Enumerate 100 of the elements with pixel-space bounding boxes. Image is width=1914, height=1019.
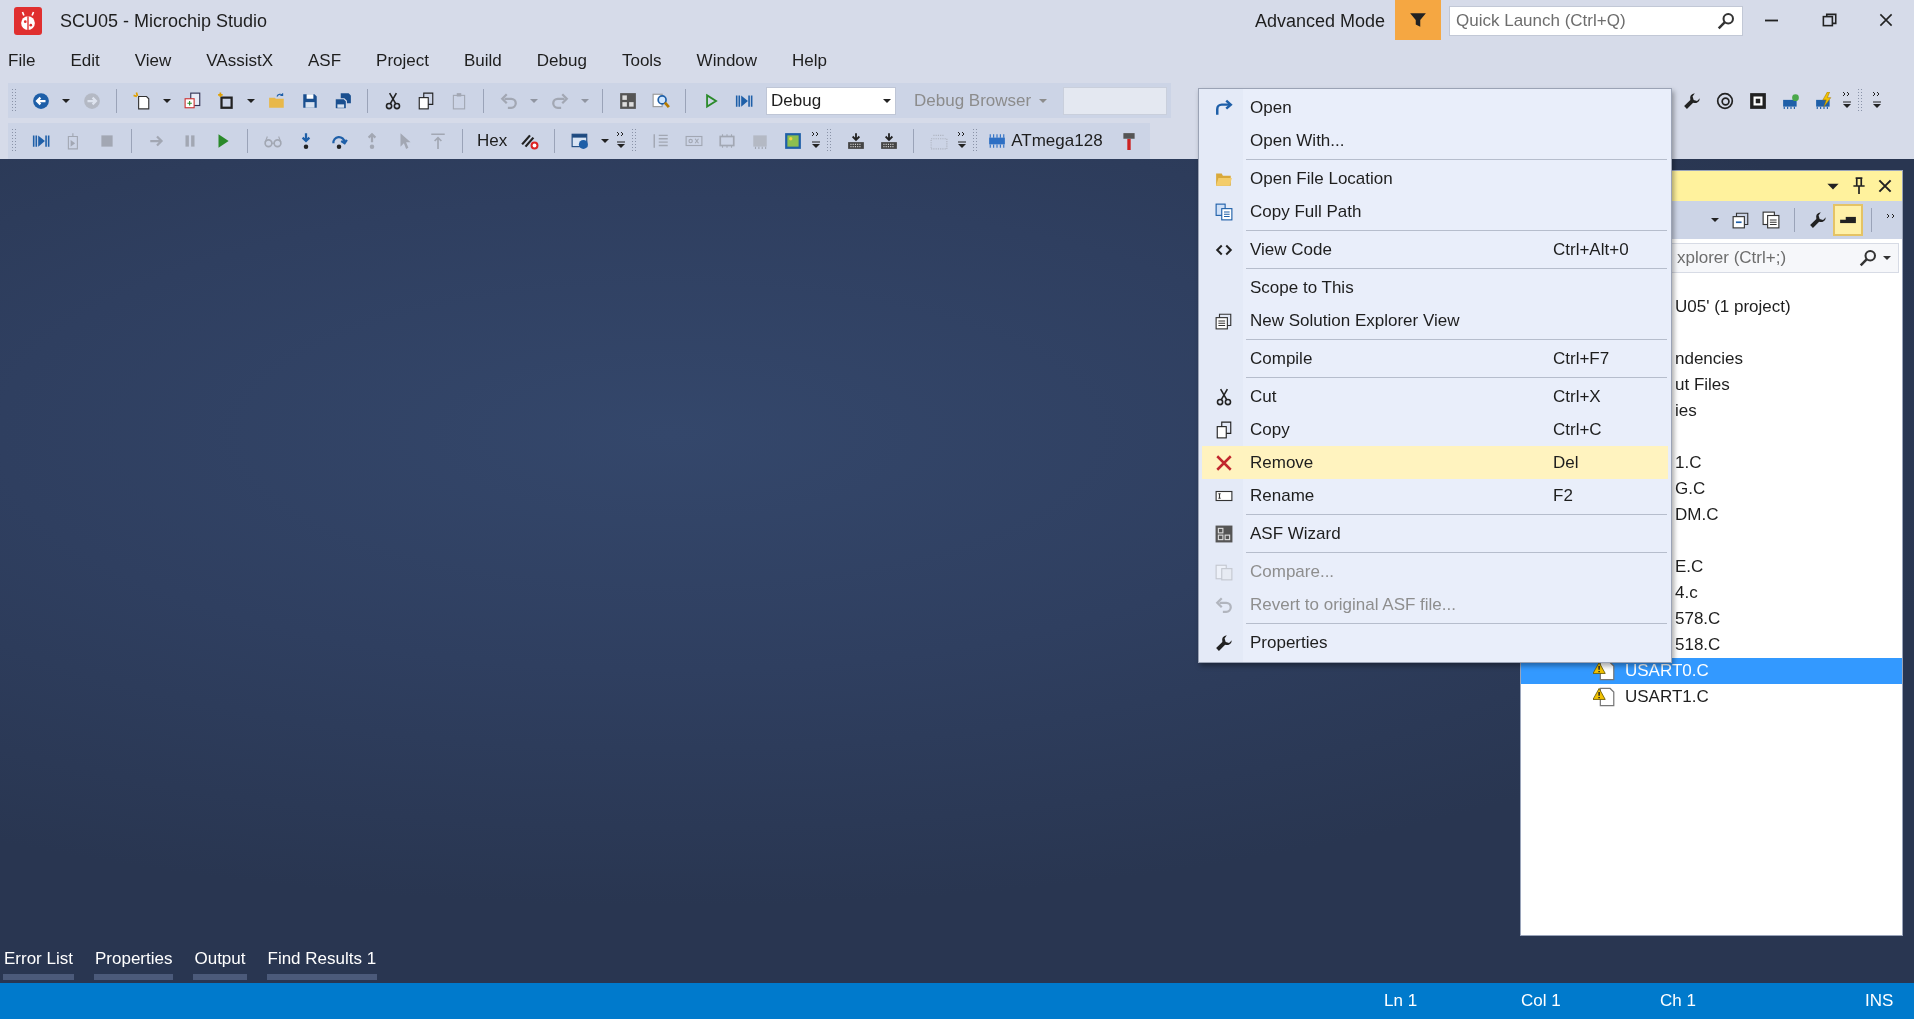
search-icon	[1859, 249, 1877, 267]
frame-icon	[1748, 91, 1767, 110]
menu-bar-item[interactable]: VAssistX	[198, 47, 281, 75]
undo-arrow-icon	[1215, 595, 1233, 614]
context-menu-item[interactable]: Cut Ctrl+X	[1202, 380, 1668, 413]
tree-item-label[interactable]: ndencies	[1675, 349, 1744, 369]
window-title: SCU05 - Microchip Studio	[60, 10, 268, 32]
configuration-dropdown[interactable]: Debug	[766, 86, 896, 115]
new-view-icon	[1215, 311, 1233, 330]
close-icon	[1876, 177, 1894, 195]
menu-bar-item[interactable]: Edit	[62, 47, 108, 75]
tree-item-label[interactable]: 518.C	[1675, 635, 1721, 655]
menu-bar-item[interactable]: Tools	[613, 47, 670, 75]
tree-item-label[interactable]: 1.C	[1675, 453, 1702, 473]
warning-file-icon	[1593, 687, 1615, 707]
menu-bar-item[interactable]: View	[126, 47, 180, 75]
continue-icon	[31, 132, 50, 150]
tree-item-label[interactable]: U05' (1 project)	[1675, 297, 1791, 317]
window-icon	[570, 132, 589, 150]
status-text: Ln 1	[1384, 991, 1419, 1011]
dropdown-arrow-icon[interactable]	[1883, 254, 1891, 262]
caret-icon	[883, 96, 891, 105]
context-menu-item[interactable]: Open With...	[1202, 124, 1668, 157]
pages-icon	[1762, 211, 1780, 229]
funnel-icon	[1409, 11, 1427, 29]
tree-item-label[interactable]: 4.c	[1675, 583, 1698, 603]
new-item-icon	[216, 91, 235, 110]
caret-icon	[601, 137, 610, 145]
wrench-icon	[1809, 211, 1827, 229]
tree-item-label[interactable]: ut Files	[1675, 375, 1730, 395]
context-menu-item[interactable]: Compile Ctrl+F7	[1202, 342, 1668, 375]
caret-icon	[581, 96, 589, 105]
caret-icon	[530, 96, 538, 105]
dotted-device-icon	[929, 132, 948, 150]
compare-pages-icon	[1215, 562, 1233, 581]
menu-bar-item[interactable]: Project	[368, 47, 437, 75]
scissors-icon	[383, 91, 402, 110]
menu-bar-item[interactable]: Window	[688, 47, 766, 75]
status-text: INS	[1865, 991, 1895, 1011]
tree-item-row[interactable]: USART1.C	[1521, 684, 1902, 710]
caret-icon	[62, 96, 70, 105]
filter-button[interactable]	[1395, 0, 1441, 40]
wrench-icon	[1215, 633, 1233, 652]
download-device-icon	[879, 132, 898, 150]
download-device-icon	[846, 132, 865, 150]
collapse-icon	[1732, 211, 1750, 229]
status-text: Ch 1	[1660, 991, 1697, 1011]
mode-label: Advanced Mode	[1254, 10, 1385, 32]
caret-icon	[1039, 96, 1048, 105]
io-view-icon	[750, 132, 769, 150]
curved-arrow-icon	[1215, 98, 1233, 117]
context-menu-item[interactable]: Rename F2	[1202, 479, 1668, 512]
menu-bar-item[interactable]: Build	[456, 47, 510, 75]
tree-item-label[interactable]: 578.C	[1675, 609, 1721, 629]
register-icon	[717, 132, 736, 150]
toolbar-combo-field[interactable]	[1063, 86, 1168, 115]
tree-item-label[interactable]: G.C	[1675, 479, 1706, 499]
bug-logo-icon	[14, 7, 42, 35]
tree-item-label[interactable]: E.C	[1675, 557, 1704, 577]
device-selector[interactable]: ATmega128	[985, 126, 1113, 156]
chip-network-icon	[1781, 91, 1800, 110]
hex-toggle-icon	[520, 132, 539, 150]
context-menu-item[interactable]: Copy Ctrl+C	[1202, 413, 1668, 446]
folder-icon	[267, 91, 286, 110]
copy-icon	[416, 91, 435, 110]
preview-bar-icon	[1839, 216, 1857, 224]
context-menu-item[interactable]: ASF Wizard	[1202, 517, 1668, 550]
set-next-icon	[428, 132, 447, 150]
new-page-icon	[132, 91, 151, 110]
grid-icon	[618, 91, 637, 110]
redo-arrow-icon	[550, 91, 569, 110]
context-menu-item[interactable]: Properties	[1202, 626, 1668, 659]
pin-icon	[1850, 177, 1868, 195]
context-menu-item[interactable]: Remove Del	[1202, 446, 1668, 479]
minimize-icon	[1765, 18, 1778, 22]
context-menu-item[interactable]: New Solution Explorer View	[1202, 304, 1668, 337]
toolbar-button[interactable]	[1833, 204, 1863, 236]
floppy-disks-icon	[333, 91, 352, 110]
search-icon	[1717, 12, 1735, 30]
menu-bar-item[interactable]: Help	[784, 47, 836, 75]
menu-bar-item[interactable]: ASF	[300, 47, 350, 75]
delete-x-icon	[1215, 453, 1233, 472]
context-menu-item[interactable]: Scope to This	[1202, 271, 1668, 304]
picture-frame-icon	[783, 132, 802, 150]
list-icon	[651, 132, 670, 150]
tree-item-label[interactable]: ies	[1675, 401, 1697, 421]
quick-launch-field[interactable]: Quick Launch (Ctrl+Q)	[1449, 6, 1743, 36]
menu-bar-item[interactable]: File	[0, 47, 44, 75]
cycle-icon	[1715, 91, 1734, 110]
documents-icon	[1215, 202, 1233, 221]
caret-icon	[163, 96, 171, 105]
context-menu-item[interactable]: Open	[1202, 91, 1668, 124]
menu-bar-item[interactable]: Debug	[528, 47, 595, 75]
chip-icon	[987, 132, 1008, 150]
hex-toggle[interactable]: Hex	[471, 126, 514, 156]
tree-item-label[interactable]: DM.C	[1675, 505, 1719, 525]
context-menu-item[interactable]: Open File Location	[1202, 162, 1668, 195]
context-menu-item[interactable]: Copy Full Path	[1202, 195, 1668, 228]
grid-icon	[1215, 524, 1233, 543]
scissors-icon	[1215, 387, 1233, 406]
